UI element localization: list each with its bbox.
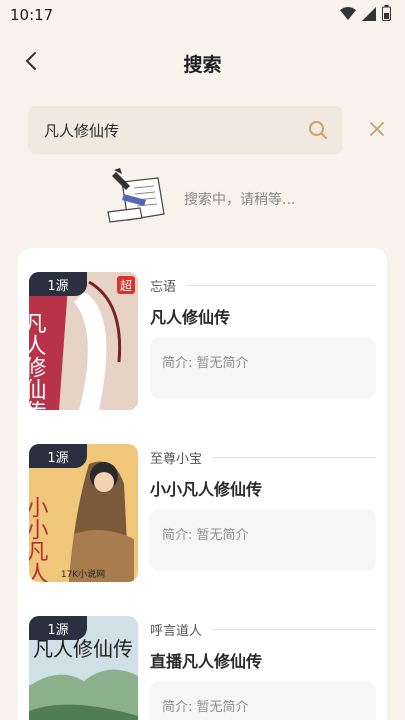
cover-title-text: 凡人修仙传 (29, 312, 47, 410)
book-title: 直播凡人修仙传 (150, 652, 263, 671)
divider (212, 628, 376, 630)
book-author: 忘语 (150, 279, 177, 295)
status-icons (340, 5, 391, 25)
book-intro: 简介: 暂无简介 (150, 682, 376, 720)
author-row: 至尊小宝 (150, 448, 376, 467)
book-item[interactable]: 凡人修仙传 1源 呼言道人 直播凡人修仙传 简介: 暂无简介 (18, 592, 387, 720)
writing-illustration-icon (100, 168, 174, 230)
close-icon (369, 121, 385, 141)
clear-search-button[interactable] (364, 118, 390, 144)
book-author: 至尊小宝 (150, 451, 203, 467)
book-intro: 简介: 暂无简介 (150, 510, 376, 570)
book-author: 呼言道人 (150, 623, 203, 639)
search-icon[interactable] (307, 119, 329, 141)
search-input[interactable] (44, 121, 307, 139)
book-item[interactable]: 小小凡人修仙传 17K小说网 1源 至尊小宝 小小凡人修仙传 简介: 暂无简介 (18, 420, 387, 582)
signal-icon (362, 6, 376, 25)
book-title: 凡人修仙传 (150, 308, 231, 327)
divider (186, 284, 376, 286)
source-badge: 1源 (29, 444, 87, 468)
loading-indicator: 搜索中，请稍等... (100, 168, 340, 230)
book-cover: 凡人修仙传 1源 (29, 616, 138, 720)
search-box (28, 106, 343, 154)
loading-text: 搜索中，请稍等... (184, 192, 296, 208)
cover-title-text: 凡人修仙传 (33, 637, 133, 661)
book-item[interactable]: 超 凡人修仙传 1源 忘语 凡人修仙传 简介: 暂无简介 (18, 248, 387, 410)
status-bar: 10:17 (0, 0, 405, 30)
book-cover: 小小凡人修仙传 17K小说网 1源 (29, 444, 138, 582)
book-cover: 超 凡人修仙传 1源 (29, 272, 138, 410)
results-list: 超 凡人修仙传 1源 忘语 凡人修仙传 简介: 暂无简介 小小凡人修仙传 17K… (18, 248, 387, 720)
wifi-icon (340, 6, 356, 25)
book-intro: 简介: 暂无简介 (150, 338, 376, 398)
author-row: 呼言道人 (150, 620, 376, 639)
header: 搜索 (0, 40, 405, 86)
author-row: 忘语 (150, 276, 376, 295)
cover-title-text: 小小凡人修仙传 (29, 496, 49, 582)
source-badge: 1源 (29, 272, 87, 296)
divider (212, 456, 376, 458)
status-time: 10:17 (10, 6, 54, 24)
battery-icon (382, 5, 391, 25)
cover-corner-text: 超 (120, 278, 132, 293)
page-title: 搜索 (183, 54, 222, 76)
book-title: 小小凡人修仙传 (150, 480, 263, 499)
cover-publisher-text: 17K小说网 (61, 568, 105, 580)
source-badge: 1源 (29, 616, 87, 640)
